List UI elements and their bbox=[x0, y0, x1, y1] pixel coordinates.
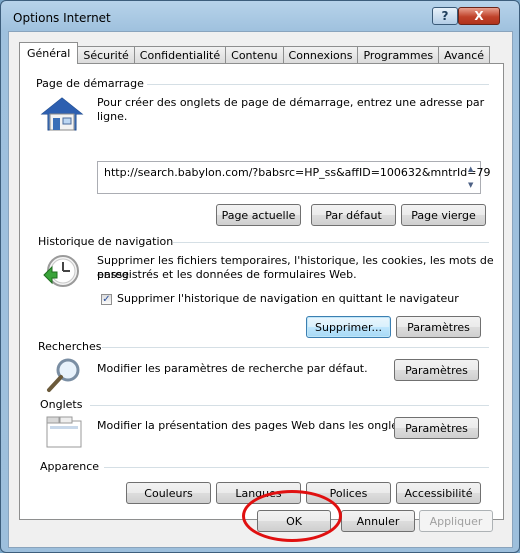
colors-button[interactable]: Couleurs bbox=[126, 482, 211, 504]
general-tab-panel: Page de démarrage Pour créer des onglets… bbox=[19, 63, 504, 520]
history-description-line2: enregistrés et les données de formulaire… bbox=[97, 268, 357, 281]
search-section-title: Recherches bbox=[38, 340, 102, 353]
home-page-url-text: http://search.babylon.com/?babsrc=HP_ss&… bbox=[104, 166, 491, 179]
home-section-title: Page de démarrage bbox=[36, 77, 144, 90]
languages-button[interactable]: Langues bbox=[216, 482, 301, 504]
check-icon: ✓ bbox=[102, 294, 111, 305]
fonts-button[interactable]: Polices bbox=[306, 482, 391, 504]
home-page-url-field[interactable]: http://search.babylon.com/?babsrc=HP_ss&… bbox=[97, 161, 490, 194]
delete-history-on-exit-label[interactable]: Supprimer l'historique de navigation en … bbox=[117, 292, 459, 306]
internet-options-window: Options Internet ? X Général Sécurité Co… bbox=[0, 0, 520, 553]
tab-security[interactable]: Sécurité bbox=[77, 46, 135, 64]
delete-history-button[interactable]: Supprimer... bbox=[306, 316, 391, 338]
history-clock-icon bbox=[43, 255, 79, 287]
close-button[interactable]: X bbox=[458, 7, 500, 25]
dialog-client-area: Général Sécurité Confidentialité Contenu… bbox=[8, 31, 513, 548]
tab-content[interactable]: Contenu bbox=[225, 46, 284, 64]
home-description: Pour créer des onglets de page de démarr… bbox=[97, 96, 485, 123]
apply-button[interactable]: Appliquer bbox=[419, 510, 493, 532]
url-scrollbar[interactable]: ▲ ▼ bbox=[464, 162, 480, 193]
tabs-settings-button[interactable]: Paramètres bbox=[394, 417, 479, 439]
tab-strip: Général Sécurité Confidentialité Contenu… bbox=[19, 42, 491, 64]
cancel-button[interactable]: Annuler bbox=[341, 510, 415, 532]
search-settings-button[interactable]: Paramètres bbox=[394, 359, 479, 381]
search-separator bbox=[102, 347, 489, 348]
blank-page-button[interactable]: Page vierge bbox=[401, 204, 486, 226]
help-icon: ? bbox=[441, 9, 449, 23]
magnifier-icon bbox=[47, 358, 80, 392]
home-separator bbox=[147, 84, 489, 85]
close-icon: X bbox=[474, 9, 484, 23]
ok-button[interactable]: OK bbox=[257, 510, 331, 532]
history-section-title: Historique de navigation bbox=[38, 235, 174, 248]
appearance-separator bbox=[104, 467, 489, 468]
scroll-down-icon[interactable]: ▼ bbox=[468, 181, 473, 189]
default-page-button[interactable]: Par défaut bbox=[311, 204, 396, 226]
help-button[interactable]: ? bbox=[432, 7, 458, 25]
tab-programs[interactable]: Programmes bbox=[357, 46, 440, 64]
delete-history-on-exit-checkbox[interactable]: ✓ bbox=[101, 294, 112, 305]
history-settings-button[interactable]: Paramètres bbox=[396, 316, 481, 338]
tabs-section-title: Onglets bbox=[40, 398, 83, 411]
tab-general[interactable]: Général bbox=[19, 42, 79, 64]
tab-privacy[interactable]: Confidentialité bbox=[133, 46, 227, 64]
home-icon bbox=[40, 97, 84, 131]
tab-advanced[interactable]: Avancé bbox=[438, 46, 491, 64]
tabs-window-icon bbox=[46, 416, 82, 448]
title-bar[interactable]: Options Internet ? X bbox=[1, 1, 519, 35]
window-title: Options Internet bbox=[13, 11, 111, 25]
history-separator bbox=[173, 242, 489, 243]
accessibility-button[interactable]: Accessibilité bbox=[396, 482, 481, 504]
tab-connections[interactable]: Connexions bbox=[282, 46, 359, 64]
tabs-description: Modifier la présentation des pages Web d… bbox=[97, 419, 412, 432]
current-page-button[interactable]: Page actuelle bbox=[216, 204, 301, 226]
tabs-separator bbox=[90, 405, 489, 406]
appearance-section-title: Apparence bbox=[40, 460, 100, 473]
scroll-up-icon[interactable]: ▲ bbox=[468, 165, 473, 173]
search-description: Modifier les paramètres de recherche par… bbox=[97, 362, 368, 375]
